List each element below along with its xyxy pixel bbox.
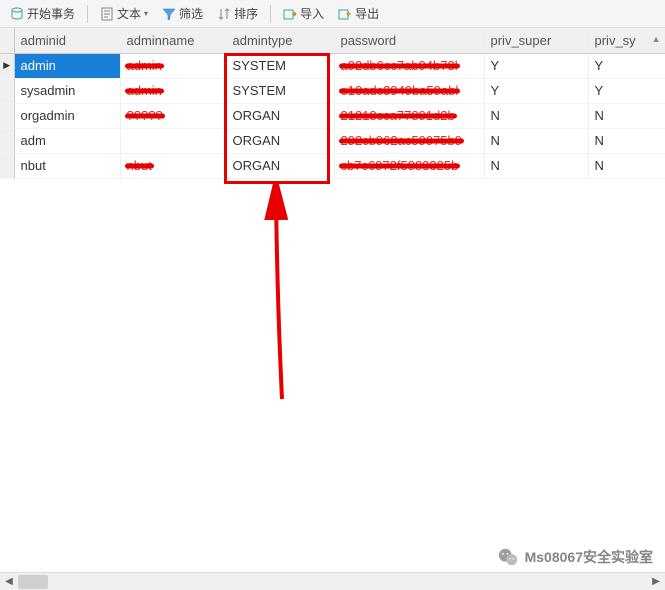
table-row[interactable]: adm ORGAN 292cb962ac59075b9 NN <box>0 128 665 153</box>
sort-asc-icon: ▲ <box>652 34 661 44</box>
table-row[interactable]: nbut nbut ORGAN cb7c6972f5883325b NN <box>0 153 665 178</box>
cell-password[interactable]: 21218cca77891d2b <box>334 103 484 128</box>
cell-adminname[interactable]: nbut <box>120 153 226 178</box>
scroll-left-button[interactable]: ◀ <box>0 574 18 590</box>
table-body: ▶adminadminSYSTEMa92db6cc7ab94b73lYYsysa… <box>0 53 665 178</box>
toolbar-separator <box>270 5 271 23</box>
cell-adminid[interactable]: sysadmin <box>14 78 120 103</box>
db-icon <box>10 7 24 21</box>
watermark-text: Ms08067安全实验室 <box>525 547 653 567</box>
cell-adminid[interactable]: adm <box>14 128 120 153</box>
column-header-password[interactable]: password <box>334 28 484 53</box>
cell-priv_sys[interactable]: Y <box>588 78 665 103</box>
cell-adminname[interactable]: ????? <box>120 103 226 128</box>
row-marker <box>0 128 14 153</box>
redacted-text: a92db6cc7ab94b73l <box>341 58 458 73</box>
redacted-text: cb7c6972f5883325b <box>341 158 459 173</box>
cell-password[interactable]: cb7c6972f5883325b <box>334 153 484 178</box>
row-marker <box>0 153 14 178</box>
column-header-admintype[interactable]: admintype <box>226 28 334 53</box>
cell-password[interactable]: 292cb962ac59075b9 <box>334 128 484 153</box>
cell-adminname[interactable]: admin <box>120 53 226 78</box>
import-label: 导入 <box>300 5 324 22</box>
import-button[interactable]: 导入 <box>277 3 330 24</box>
sort-label: 排序 <box>234 5 258 22</box>
export-label: 导出 <box>355 5 379 22</box>
scroll-right-button[interactable]: ▶ <box>647 574 665 590</box>
cell-priv_super[interactable]: N <box>484 103 588 128</box>
export-button[interactable]: 导出 <box>332 3 385 24</box>
funnel-icon <box>162 7 176 21</box>
cell-admintype[interactable]: ORGAN <box>226 128 334 153</box>
cell-priv_sys[interactable]: N <box>588 153 665 178</box>
sort-button[interactable]: 排序 <box>211 3 264 24</box>
begin-transaction-label: 开始事务 <box>27 5 75 22</box>
sort-icon <box>217 7 231 21</box>
toolbar: 开始事务 文本 ▾ 筛选 排序 导入 导出 <box>0 0 665 28</box>
table-container: adminidadminnameadmintypepasswordpriv_su… <box>0 28 665 572</box>
text-label: 文本 <box>117 5 141 22</box>
column-header-priv_sys[interactable]: priv_sy▲ <box>588 28 665 53</box>
scrollbar-thumb[interactable] <box>18 575 48 589</box>
toolbar-separator <box>87 5 88 23</box>
cell-priv_sys[interactable]: N <box>588 128 665 153</box>
cell-password[interactable]: e10adc3949ba59abl <box>334 78 484 103</box>
cell-adminname[interactable] <box>120 128 226 153</box>
redacted-text: e10adc3949ba59abl <box>341 83 459 98</box>
table-row[interactable]: ▶adminadminSYSTEMa92db6cc7ab94b73lYY <box>0 53 665 78</box>
wechat-icon <box>497 546 519 568</box>
scrollbar-track[interactable] <box>18 574 647 590</box>
cell-adminname[interactable]: admin <box>120 78 226 103</box>
cell-adminid[interactable]: nbut <box>14 153 120 178</box>
filter-label: 筛选 <box>179 5 203 22</box>
cell-admintype[interactable]: SYSTEM <box>226 78 334 103</box>
data-grid[interactable]: adminidadminnameadmintypepasswordpriv_su… <box>0 28 665 179</box>
cell-adminid[interactable]: orgadmin <box>14 103 120 128</box>
redacted-text: admin <box>127 58 162 73</box>
dropdown-arrow-icon: ▾ <box>144 9 148 18</box>
text-button[interactable]: 文本 ▾ <box>94 3 154 24</box>
column-header-priv_super[interactable]: priv_super <box>484 28 588 53</box>
cell-priv_super[interactable]: N <box>484 153 588 178</box>
export-icon <box>338 7 352 21</box>
table-header-row: adminidadminnameadmintypepasswordpriv_su… <box>0 28 665 53</box>
redacted-text: ????? <box>127 108 163 123</box>
cell-priv_super[interactable]: Y <box>484 78 588 103</box>
watermark: Ms08067安全实验室 <box>497 546 653 568</box>
import-icon <box>283 7 297 21</box>
cell-priv_sys[interactable]: N <box>588 103 665 128</box>
cell-priv_super[interactable]: Y <box>484 53 588 78</box>
table-row[interactable]: orgadmin????? ORGAN 21218cca77891d2b NN <box>0 103 665 128</box>
cell-admintype[interactable]: ORGAN <box>226 153 334 178</box>
column-header-adminname[interactable]: adminname <box>120 28 226 53</box>
row-marker-header <box>0 28 14 53</box>
begin-transaction-button[interactable]: 开始事务 <box>4 3 81 24</box>
cell-admintype[interactable]: SYSTEM <box>226 53 334 78</box>
row-marker <box>0 78 14 103</box>
horizontal-scrollbar[interactable]: ◀ ▶ <box>0 572 665 590</box>
row-marker <box>0 103 14 128</box>
cell-adminid[interactable]: admin <box>14 53 120 78</box>
annotation-arrow-icon <box>260 184 300 404</box>
redacted-text: 292cb962ac59075b9 <box>341 133 462 148</box>
redacted-text: 21218cca77891d2b <box>341 108 455 123</box>
redacted-text: nbut <box>127 158 152 173</box>
table-row[interactable]: sysadmin admin SYSTEM e10adc3949ba59abl YY <box>0 78 665 103</box>
cell-admintype[interactable]: ORGAN <box>226 103 334 128</box>
cell-priv_super[interactable]: N <box>484 128 588 153</box>
row-marker: ▶ <box>0 53 14 78</box>
redacted-text: admin <box>127 83 162 98</box>
cell-priv_sys[interactable]: Y <box>588 53 665 78</box>
doc-icon <box>100 7 114 21</box>
column-header-adminid[interactable]: adminid <box>14 28 120 53</box>
filter-button[interactable]: 筛选 <box>156 3 209 24</box>
cell-password[interactable]: a92db6cc7ab94b73l <box>334 53 484 78</box>
